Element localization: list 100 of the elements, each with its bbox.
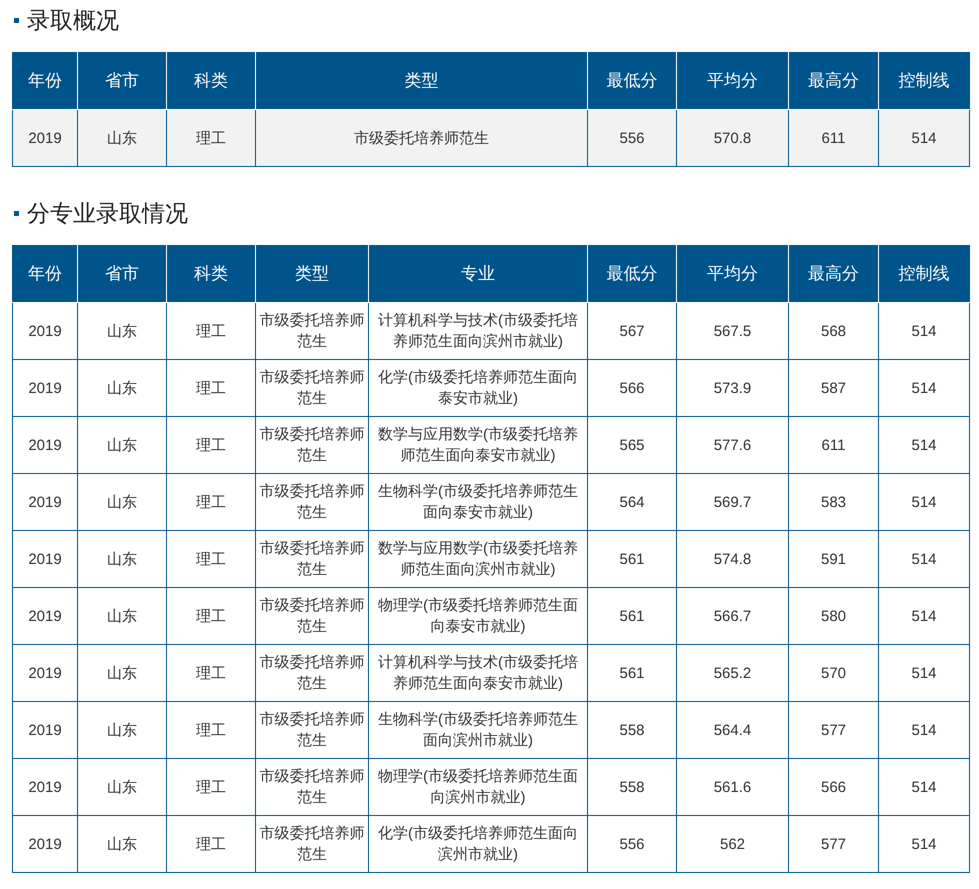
table-cell: 数学与应用数学(市级委托培养师范生面向滨州市就业) <box>368 530 588 588</box>
table-cell: 2019 <box>12 474 78 530</box>
column-header: 控制线 <box>878 52 970 110</box>
table-cell: 514 <box>878 360 970 416</box>
table-cell: 561 <box>588 588 676 644</box>
column-header: 平均分 <box>676 52 788 110</box>
table-cell: 2019 <box>12 110 78 166</box>
table-cell: 587 <box>788 360 878 416</box>
table-cell: 山东 <box>78 110 166 166</box>
table-cell: 市级委托培养师范生 <box>256 758 368 816</box>
table-cell: 566.7 <box>676 588 788 644</box>
bullet-icon <box>14 210 19 216</box>
table-cell: 514 <box>878 416 970 474</box>
table-cell: 611 <box>788 416 878 474</box>
section-title: 录取概况 <box>27 8 119 32</box>
table-cell: 化学(市级委托培养师范生面向滨州市就业) <box>368 816 588 872</box>
table-cell: 2019 <box>12 644 78 702</box>
table-cell: 514 <box>878 702 970 758</box>
table-cell: 565.2 <box>676 644 788 702</box>
table-cell: 577 <box>788 816 878 872</box>
table-cell: 理工 <box>166 530 256 588</box>
table-cell: 566 <box>588 360 676 416</box>
table-cell: 市级委托培养师范生 <box>256 702 368 758</box>
table-cell: 573.9 <box>676 360 788 416</box>
section-title: 分专业录取情况 <box>27 202 188 224</box>
table-cell: 物理学(市级委托培养师范生面向滨州市就业) <box>368 758 588 816</box>
table-cell: 2019 <box>12 530 78 588</box>
table-cell: 计算机科学与技术(市级委托培养师范生面向泰安市就业) <box>368 644 588 702</box>
table-cell: 570 <box>788 644 878 702</box>
column-header: 类型 <box>256 246 368 302</box>
table-cell: 理工 <box>166 816 256 872</box>
table-cell: 514 <box>878 474 970 530</box>
table-cell: 514 <box>878 588 970 644</box>
table-cell: 567 <box>588 302 676 360</box>
bullet-icon <box>14 18 19 22</box>
column-header: 年份 <box>12 246 78 302</box>
table-cell: 数学与应用数学(市级委托培养师范生面向泰安市就业) <box>368 416 588 474</box>
table-cell: 2019 <box>12 360 78 416</box>
table-cell: 558 <box>588 758 676 816</box>
table-cell: 山东 <box>78 758 166 816</box>
table-cell: 568 <box>788 302 878 360</box>
table-cell: 574.8 <box>676 530 788 588</box>
table-cell: 2019 <box>12 816 78 872</box>
table-cell: 2019 <box>12 588 78 644</box>
table-cell: 理工 <box>166 360 256 416</box>
table-cell: 山东 <box>78 416 166 474</box>
table-cell: 理工 <box>166 588 256 644</box>
table-cell: 山东 <box>78 588 166 644</box>
table-cell: 561.6 <box>676 758 788 816</box>
table-cell: 山东 <box>78 816 166 872</box>
column-header: 平均分 <box>676 246 788 302</box>
table-cell: 理工 <box>166 702 256 758</box>
table-cell: 理工 <box>166 758 256 816</box>
table-cell: 514 <box>878 644 970 702</box>
table-cell: 580 <box>788 588 878 644</box>
table-cell: 计算机科学与技术(市级委托培养师范生面向滨州市就业) <box>368 302 588 360</box>
column-header: 类型 <box>256 52 588 110</box>
table-cell: 561 <box>588 644 676 702</box>
column-header: 最高分 <box>788 246 878 302</box>
table-cell: 理工 <box>166 416 256 474</box>
table-cell: 583 <box>788 474 878 530</box>
table-cell: 山东 <box>78 302 166 360</box>
table-cell: 生物科学(市级委托培养师范生面向泰安市就业) <box>368 474 588 530</box>
table-cell: 564 <box>588 474 676 530</box>
table-cell: 市级委托培养师范生 <box>256 588 368 644</box>
table-cell: 562 <box>676 816 788 872</box>
table-cell: 山东 <box>78 474 166 530</box>
column-header: 最高分 <box>788 52 878 110</box>
table-cell: 569.7 <box>676 474 788 530</box>
table-cell: 山东 <box>78 644 166 702</box>
column-header: 专业 <box>368 246 588 302</box>
table-cell: 514 <box>878 302 970 360</box>
table-cell: 市级委托培养师范生 <box>256 474 368 530</box>
column-header: 科类 <box>166 52 256 110</box>
table-cell: 558 <box>588 702 676 758</box>
table-cell: 564.4 <box>676 702 788 758</box>
table-cell: 市级委托培养师范生 <box>256 816 368 872</box>
table-cell: 市级委托培养师范生 <box>256 360 368 416</box>
table-cell: 591 <box>788 530 878 588</box>
table-cell: 理工 <box>166 474 256 530</box>
table-cell: 2019 <box>12 758 78 816</box>
table-cell: 566 <box>788 758 878 816</box>
table-cell: 611 <box>788 110 878 166</box>
table-cell: 561 <box>588 530 676 588</box>
table-cell: 理工 <box>166 302 256 360</box>
table-cell: 山东 <box>78 530 166 588</box>
column-header: 最低分 <box>588 246 676 302</box>
table-cell: 市级委托培养师范生 <box>256 110 588 166</box>
table-cell: 2019 <box>12 702 78 758</box>
table-cell: 物理学(市级委托培养师范生面向泰安市就业) <box>368 588 588 644</box>
column-header: 省市 <box>78 246 166 302</box>
table-cell: 556 <box>588 816 676 872</box>
column-header: 最低分 <box>588 52 676 110</box>
column-header: 科类 <box>166 246 256 302</box>
table-cell: 生物科学(市级委托培养师范生面向滨州市就业) <box>368 702 588 758</box>
table-cell: 理工 <box>166 644 256 702</box>
table-cell: 2019 <box>12 302 78 360</box>
table-cell: 山东 <box>78 702 166 758</box>
table-cell: 市级委托培养师范生 <box>256 302 368 360</box>
table-cell: 565 <box>588 416 676 474</box>
